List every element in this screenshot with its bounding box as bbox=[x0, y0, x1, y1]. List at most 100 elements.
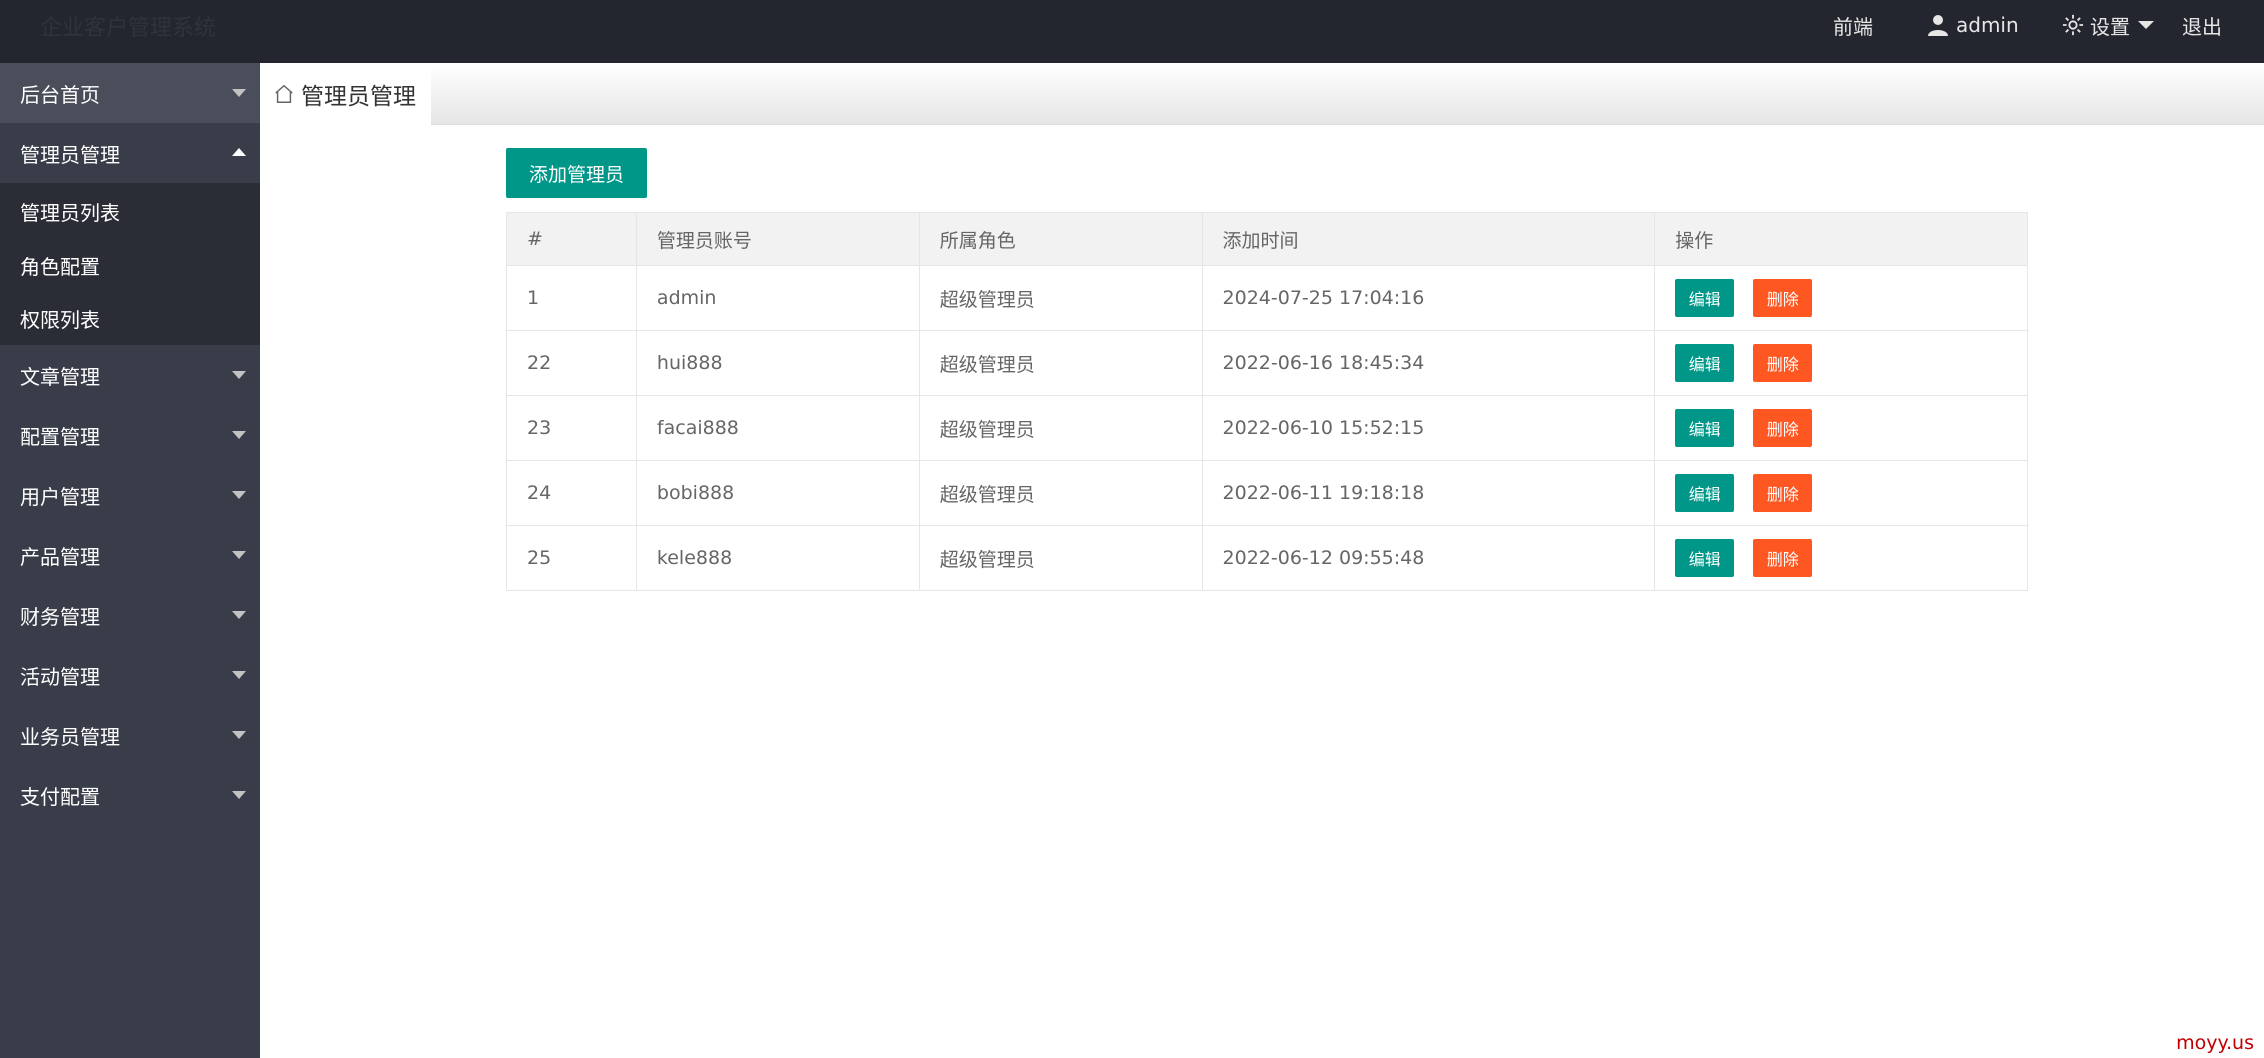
table-row: 23 facai888 超级管理员 2022-06-10 15:52:15 编辑… bbox=[506, 395, 2028, 461]
nav-settings-menu[interactable]: 设置 bbox=[2062, 0, 2154, 50]
nav-user-menu[interactable]: admin bbox=[1926, 0, 2019, 50]
chevron-down-icon bbox=[232, 791, 246, 799]
watermark: moyy.us bbox=[2176, 1032, 2254, 1054]
chevron-down-icon bbox=[232, 551, 246, 559]
sidebar-item-activities[interactable]: 活动管理 bbox=[0, 645, 260, 705]
nav-logout-label: 退出 bbox=[2182, 14, 2222, 39]
cell-account: kele888 bbox=[635, 525, 920, 591]
delete-button[interactable]: 删除 bbox=[1753, 474, 1813, 512]
table-row: 24 bobi888 超级管理员 2022-06-11 19:18:18 编辑删… bbox=[506, 460, 2028, 526]
admin-table: # 管理员账号 所属角色 添加时间 操作 1 admin 超级管理员 2024-… bbox=[506, 212, 2028, 591]
edit-button[interactable]: 编辑 bbox=[1675, 539, 1735, 577]
cell-actions: 编辑 删除 bbox=[1654, 395, 2028, 461]
sidebar-item-label: 活动管理 bbox=[20, 664, 100, 689]
chevron-down-icon bbox=[232, 611, 246, 619]
sidebar-item-admin-management[interactable]: 管理员管理 bbox=[0, 123, 260, 183]
column-header-account: 管理员账号 bbox=[635, 212, 920, 266]
delete-button[interactable]: 删除 bbox=[1753, 539, 1813, 577]
sidebar-item-label: 用户管理 bbox=[20, 484, 100, 509]
chevron-down-icon bbox=[232, 671, 246, 679]
delete-button[interactable]: 删除 bbox=[1753, 279, 1813, 317]
edit-button[interactable]: 编辑 bbox=[1675, 474, 1735, 512]
cell-time: 2022-06-12 09:55:48 bbox=[1201, 525, 1656, 591]
nav-settings-label: 设置 bbox=[2090, 14, 2130, 39]
table-header-row: # 管理员账号 所属角色 添加时间 操作 bbox=[506, 212, 2028, 266]
nav-user-label: admin bbox=[1956, 13, 2019, 37]
nav-logout-link[interactable]: 退出 bbox=[2182, 0, 2222, 50]
cell-role: 超级管理员 bbox=[918, 330, 1203, 396]
cell-account: hui888 bbox=[635, 330, 920, 396]
cell-time: 2022-06-10 15:52:15 bbox=[1201, 395, 1656, 461]
delete-button[interactable]: 删除 bbox=[1753, 409, 1813, 447]
nav-frontend-link[interactable]: 前端 bbox=[1833, 0, 1873, 50]
cell-actions: 编辑 删除 bbox=[1654, 330, 2028, 396]
cell-id: 25 bbox=[506, 525, 637, 591]
top-header: 企业客户管理系统 前端 admin 设置 退出 bbox=[0, 0, 2264, 63]
tab-admin-management[interactable]: 管理员管理 bbox=[260, 63, 431, 125]
sidebar-item-salesmen[interactable]: 业务员管理 bbox=[0, 705, 260, 765]
tab-bar: 管理员管理 bbox=[260, 63, 2264, 125]
table-row: 22 hui888 超级管理员 2022-06-16 18:45:34 编辑 删除 bbox=[506, 330, 2028, 396]
edit-button[interactable]: 编辑 bbox=[1675, 279, 1735, 317]
sidebar-subitem-role-config[interactable]: 角色配置 bbox=[0, 239, 260, 292]
sidebar-item-users[interactable]: 用户管理 bbox=[0, 465, 260, 525]
cell-id: 24 bbox=[506, 460, 637, 526]
sidebar-item-label: 支付配置 bbox=[20, 784, 100, 809]
sidebar-item-label: 后台首页 bbox=[20, 82, 100, 107]
edit-button[interactable]: 编辑 bbox=[1675, 409, 1735, 447]
cell-time: 2024-07-25 17:04:16 bbox=[1201, 265, 1656, 331]
cell-id: 22 bbox=[506, 330, 637, 396]
home-icon bbox=[273, 83, 295, 105]
table-row: 1 admin 超级管理员 2024-07-25 17:04:16 编辑 删除 bbox=[506, 265, 2028, 331]
sidebar: 后台首页 管理员管理 管理员列表 角色配置 权限列表 文章管理 配置管理 用户管… bbox=[0, 63, 260, 1058]
sidebar-submenu-admin: 管理员列表 角色配置 权限列表 bbox=[0, 183, 260, 345]
sidebar-subitem-label: 权限列表 bbox=[20, 308, 100, 332]
sidebar-item-label: 配置管理 bbox=[20, 424, 100, 449]
sidebar-item-label: 业务员管理 bbox=[20, 724, 120, 749]
delete-button[interactable]: 删除 bbox=[1753, 344, 1813, 382]
sidebar-item-label: 文章管理 bbox=[20, 364, 100, 389]
cell-account: facai888 bbox=[635, 395, 920, 461]
sidebar-item-payment[interactable]: 支付配置 bbox=[0, 765, 260, 825]
column-header-role: 所属角色 bbox=[918, 212, 1203, 266]
sidebar-subitem-permission-list[interactable]: 权限列表 bbox=[0, 292, 260, 345]
sidebar-item-home[interactable]: 后台首页 bbox=[0, 63, 260, 123]
chevron-down-icon bbox=[232, 491, 246, 499]
cell-actions: 编辑 删除 bbox=[1654, 525, 2028, 591]
sidebar-subitem-label: 管理员列表 bbox=[20, 200, 120, 225]
sidebar-item-label: 财务管理 bbox=[20, 604, 100, 629]
chevron-down-icon bbox=[232, 731, 246, 739]
cell-id: 23 bbox=[506, 395, 637, 461]
add-admin-button[interactable]: 添加管理员 bbox=[506, 148, 647, 198]
cell-role: 超级管理员 bbox=[918, 460, 1203, 526]
sidebar-item-products[interactable]: 产品管理 bbox=[0, 525, 260, 585]
tab-label: 管理员管理 bbox=[301, 84, 416, 110]
chevron-down-icon bbox=[232, 431, 246, 439]
column-header-time: 添加时间 bbox=[1201, 212, 1656, 266]
table-row: 25 kele888 超级管理员 2022-06-12 09:55:48 编辑删… bbox=[506, 525, 2028, 591]
chevron-down-icon bbox=[232, 371, 246, 379]
user-icon bbox=[1926, 13, 1950, 37]
nav-frontend-label: 前端 bbox=[1833, 14, 1873, 39]
chevron-up-icon bbox=[232, 148, 246, 156]
sidebar-subitem-admin-list[interactable]: 管理员列表 bbox=[0, 183, 260, 239]
cell-role: 超级管理员 bbox=[918, 265, 1203, 331]
cell-account: admin bbox=[635, 265, 920, 331]
sidebar-item-finance[interactable]: 财务管理 bbox=[0, 585, 260, 645]
sidebar-item-config[interactable]: 配置管理 bbox=[0, 405, 260, 465]
cell-actions: 编辑 删除 bbox=[1654, 265, 2028, 331]
column-header-actions: 操作 bbox=[1654, 212, 2028, 266]
sidebar-item-label: 产品管理 bbox=[20, 544, 100, 569]
cell-time: 2022-06-11 19:18:18 bbox=[1201, 460, 1656, 526]
cell-role: 超级管理员 bbox=[918, 525, 1203, 591]
sidebar-item-articles[interactable]: 文章管理 bbox=[0, 345, 260, 405]
chevron-down-icon bbox=[2138, 21, 2154, 29]
cell-role: 超级管理员 bbox=[918, 395, 1203, 461]
cell-account: bobi888 bbox=[635, 460, 920, 526]
column-header-id: # bbox=[506, 212, 637, 266]
cell-id: 1 bbox=[506, 265, 637, 331]
chevron-down-icon bbox=[232, 89, 246, 97]
edit-button[interactable]: 编辑 bbox=[1675, 344, 1735, 382]
app-logo: 企业客户管理系统 bbox=[40, 16, 217, 41]
sidebar-subitem-label: 角色配置 bbox=[20, 255, 100, 279]
